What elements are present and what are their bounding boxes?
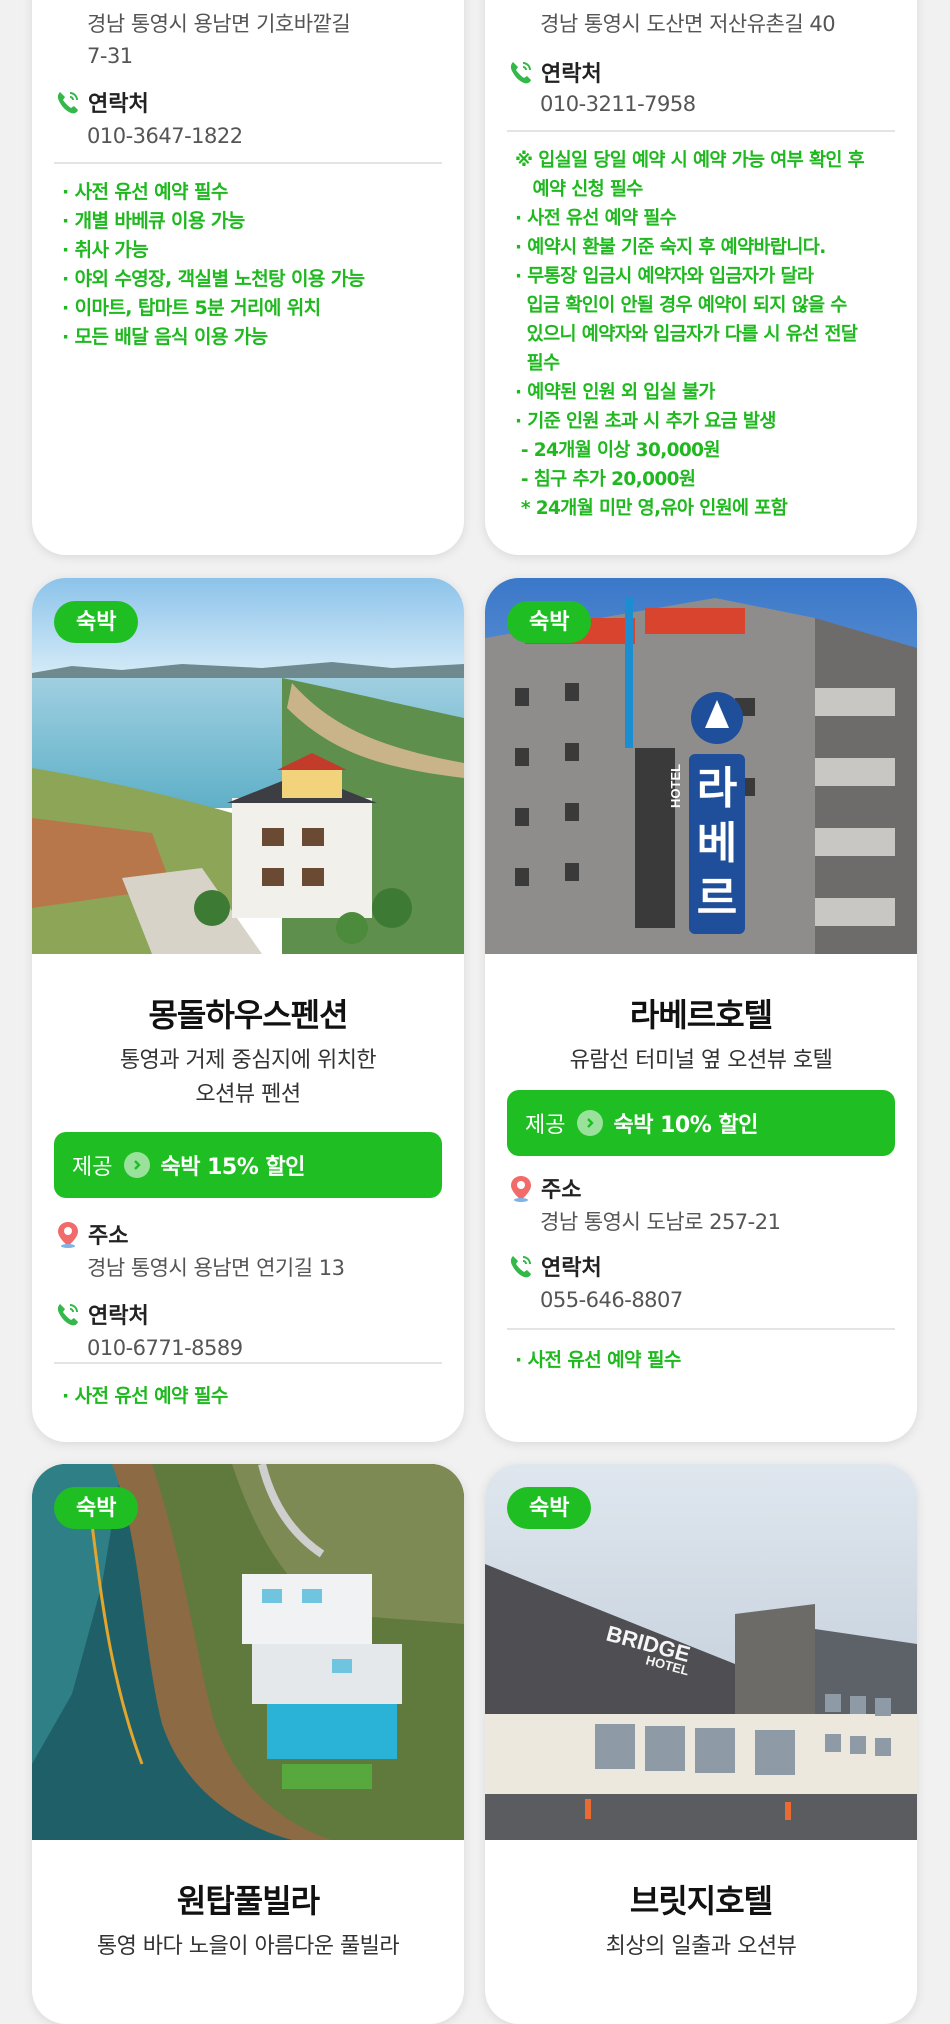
phone-icon [54, 1300, 82, 1328]
contact-label: 연락처 [54, 1298, 149, 1330]
offer-benefit: 숙박 10% 할인 [613, 1113, 758, 1138]
lodging-card-mongdol[interactable]: 숙박 몽돌하우스펜션 통영과 거제 중심지에 위치한 오션뷰 펜션 제공 숙박 … [32, 578, 464, 1442]
phone-value[interactable]: 055-646-8807 [540, 1284, 887, 1316]
offer-banner[interactable]: 제공 숙박 15% 할인 [54, 1132, 442, 1198]
lodging-subtitle: 유람선 터미널 옆 오션뷰 호텔 [569, 1048, 833, 1073]
phone-value[interactable]: 010-3211-7958 [540, 88, 887, 120]
phone-icon [54, 88, 82, 116]
notes-list: ※ 입실일 당일 예약 시 예약 가능 여부 확인 후 예약 신청 필수 · 사… [515, 150, 865, 519]
offer-provide-label: 제공 [525, 1113, 566, 1138]
location-pin-icon [507, 1174, 535, 1202]
divider [54, 162, 442, 164]
lodging-subtitle: 통영 바다 노을이 아름다운 풀빌라 [96, 1934, 400, 1959]
hotel-sign-latin: HOTEL [668, 764, 683, 808]
hotel-sign-char-1: 라 [697, 763, 737, 814]
chevron-right-icon [124, 1152, 151, 1178]
category-badge: 숙박 [54, 601, 139, 643]
lodging-title: 라베르호텔 [629, 996, 773, 1034]
address-value: 경남 통영시 용남면 연기길 13 [87, 1256, 345, 1280]
phone-value[interactable]: 010-6771-8589 [87, 1332, 434, 1364]
phone-icon [507, 58, 535, 86]
address-label: 주소 [507, 1172, 581, 1204]
contact-label: 연락처 [507, 56, 602, 88]
notes-list: · 사전 유선 예약 필수 [62, 1385, 228, 1407]
lodging-card-onetop[interactable]: 숙박 원탑풀빌라 통영 바다 노을이 아름다운 풀빌라 [32, 1464, 464, 2024]
lodging-title: 몽돌하우스펜션 [148, 996, 348, 1034]
hotel-sign-char-2: 베 [697, 818, 737, 869]
category-badge: 숙박 [507, 601, 592, 643]
contact-label: 연락처 [507, 1250, 602, 1282]
divider [507, 1328, 895, 1330]
phone-value[interactable]: 010-3647-1822 [87, 120, 434, 152]
phone-icon [507, 1252, 535, 1280]
address-value: 경남 통영시 도남로 257-21 [540, 1210, 781, 1234]
offer-provide-label: 제공 [72, 1155, 113, 1180]
address-value: 경남 통영시 도산면 저산유촌길 40 [540, 12, 836, 36]
divider [507, 130, 895, 132]
lodging-card-bridge[interactable]: BRIDGE HOTEL 숙박 브릿지호텔 최상의 일출과 오션뷰 [485, 1464, 917, 2024]
lodging-card-1[interactable]: 경남 통영시 용남면 기호바깥길 7-31 연락처 010-3647-1822 … [32, 0, 464, 555]
lodging-subtitle: 최상의 일출과 오션뷰 [605, 1934, 797, 1959]
lodging-title: 원탑풀빌라 [176, 1882, 320, 1920]
address-value: 경남 통영시 용남면 기호바깥길 7-31 [87, 12, 351, 68]
chevron-right-icon [577, 1110, 604, 1136]
offer-banner[interactable]: 제공 숙박 10% 할인 [507, 1090, 895, 1156]
notes-list: · 사전 유선 예약 필수 · 개별 바베큐 이용 가능 · 취사 가능 · 야… [62, 181, 365, 348]
lodging-title: 브릿지호텔 [629, 1882, 773, 1920]
divider [54, 1362, 442, 1364]
category-badge: 숙박 [507, 1487, 592, 1529]
address-label: 주소 [54, 1218, 128, 1250]
category-badge: 숙박 [54, 1487, 139, 1529]
offer-benefit: 숙박 15% 할인 [160, 1155, 305, 1180]
notes-list: · 사전 유선 예약 필수 [515, 1349, 681, 1371]
lodging-card-2[interactable]: 경남 통영시 도산면 저산유촌길 40 연락처 010-3211-7958 ※ … [485, 0, 917, 555]
lodging-card-laberu[interactable]: HOTEL 라 베 르 숙박 라베르호텔 유람선 터미널 옆 오션뷰 호텔 제공… [485, 578, 917, 1442]
hotel-sign-char-3: 르 [697, 873, 737, 924]
lodging-subtitle: 통영과 거제 중심지에 위치한 오션뷰 펜션 [119, 1048, 377, 1107]
contact-label: 연락처 [54, 86, 149, 118]
location-pin-icon [54, 1220, 82, 1248]
